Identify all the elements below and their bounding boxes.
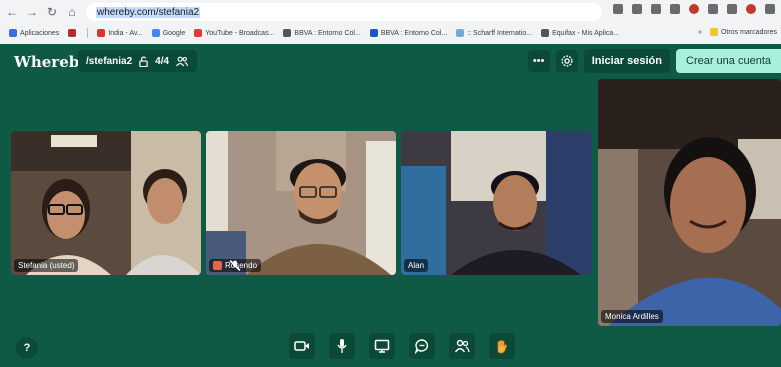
participant-count: 4/4 — [155, 55, 170, 67]
video-feed-alan — [401, 131, 592, 275]
extension-icon[interactable] — [727, 4, 737, 14]
chat-icon — [414, 339, 429, 354]
bookmark-separator — [87, 28, 89, 38]
bookmark-star-icon[interactable] — [670, 4, 680, 14]
participant-tile[interactable]: Alan — [401, 131, 592, 275]
camera-toggle-button[interactable] — [289, 333, 315, 359]
bookmark-favicon — [456, 29, 465, 37]
bookmark-item[interactable]: YouTube - Broadcas... — [194, 29, 274, 37]
participant-tile[interactable]: Rosendo — [206, 131, 396, 275]
microphone-off-icon — [213, 260, 241, 271]
participant-tile[interactable]: Monica Ardilles — [598, 79, 781, 326]
bookmark-favicon — [369, 29, 378, 37]
home-icon[interactable]: ⌂ — [64, 4, 80, 20]
microphone-toggle-button[interactable] — [329, 333, 355, 359]
url-text[interactable]: whereby.com/stefania2 — [96, 6, 201, 18]
reload-icon[interactable]: ↻ — [44, 4, 60, 20]
video-feed-rosendo — [206, 131, 396, 275]
room-info[interactable]: /stefania2 4/4 — [78, 50, 198, 72]
reactions-button[interactable] — [489, 333, 515, 359]
create-account-button[interactable]: Crear una cuenta — [676, 49, 781, 73]
profile-avatar[interactable] — [746, 4, 756, 14]
bookmarks-right: » Otros marcadores — [698, 28, 777, 36]
bookmark-item[interactable]: BBVA : Entorno Col... — [369, 29, 447, 37]
settings-button[interactable] — [555, 50, 578, 72]
help-button[interactable]: ? — [16, 337, 38, 359]
bookmark-item[interactable]: Equifax - Mis Aplica... — [541, 29, 619, 37]
extension-icon[interactable] — [651, 4, 661, 14]
extension-icons — [613, 4, 775, 14]
gear-icon — [561, 55, 573, 67]
bookmarks-overflow-button[interactable]: » — [698, 29, 702, 36]
people-icon[interactable] — [175, 56, 189, 67]
apps-icon — [9, 29, 17, 37]
bookmark-favicon — [283, 29, 292, 37]
back-icon[interactable]: ← — [4, 4, 20, 20]
video-feed-stefania — [11, 131, 201, 275]
extension-icon[interactable] — [708, 4, 718, 14]
bookmark-favicon — [68, 29, 77, 37]
forward-icon[interactable]: → — [24, 4, 40, 20]
browser-chrome: ← → ↻ ⌂ whereby.com/stefania2 Aplicacion… — [0, 0, 781, 44]
bookmark-item[interactable] — [68, 29, 79, 37]
top-right-actions: ••• Iniciar sesión Crear una cuenta — [527, 49, 781, 73]
room-name: /stefania2 — [86, 55, 133, 67]
bookmark-favicon — [541, 29, 550, 37]
bookmark-item[interactable]: Google — [151, 29, 185, 37]
gmail-icon[interactable] — [689, 4, 699, 14]
bookmarks-bar: Aplicaciones India - Av... Google YouTub… — [0, 24, 781, 42]
whereby-logo[interactable]: Whereby — [14, 53, 88, 71]
video-feed-monica — [598, 79, 781, 326]
address-bar[interactable]: whereby.com/stefania2 — [86, 3, 602, 21]
participant-tile[interactable]: Stefania (usted) — [11, 131, 201, 275]
participant-name-tag: Monica Ardilles — [601, 310, 663, 323]
folder-icon — [709, 28, 718, 36]
screen-share-icon — [374, 339, 390, 353]
browser-menu-icon[interactable] — [765, 4, 775, 14]
google-icon — [151, 29, 160, 37]
camera-icon — [294, 341, 309, 351]
signin-button[interactable]: Iniciar sesión — [583, 49, 670, 73]
chat-button[interactable] — [409, 333, 435, 359]
screen-share-button[interactable] — [369, 333, 395, 359]
more-options-button[interactable]: ••• — [527, 50, 550, 72]
bookmark-item[interactable]: BBVA : Entorno Col... — [283, 29, 361, 37]
participant-name-tag: Rosendo — [209, 259, 262, 272]
bookmark-favicon — [97, 29, 106, 37]
extension-icon[interactable] — [613, 4, 623, 14]
extension-icon[interactable] — [632, 4, 642, 14]
call-controls — [289, 333, 515, 359]
bookmark-item[interactable]: India - Av... — [97, 29, 143, 37]
people-button[interactable] — [449, 333, 475, 359]
participant-name-tag: Alan — [404, 259, 429, 272]
bookmark-item[interactable]: Aplicaciones — [9, 29, 59, 37]
unlock-icon[interactable] — [138, 56, 149, 67]
participant-name-tag: Stefania (usted) — [14, 259, 79, 272]
people-icon — [454, 339, 470, 353]
raise-hand-icon — [497, 340, 507, 354]
bookmark-item[interactable]: :: Scharff Internatio... — [456, 29, 532, 37]
whereby-app: Whereby /stefania2 4/4 ••• Iniciar sesió… — [0, 44, 781, 367]
other-bookmarks[interactable]: Otros marcadores — [721, 29, 777, 36]
youtube-icon — [194, 29, 203, 37]
microphone-icon — [337, 339, 347, 353]
